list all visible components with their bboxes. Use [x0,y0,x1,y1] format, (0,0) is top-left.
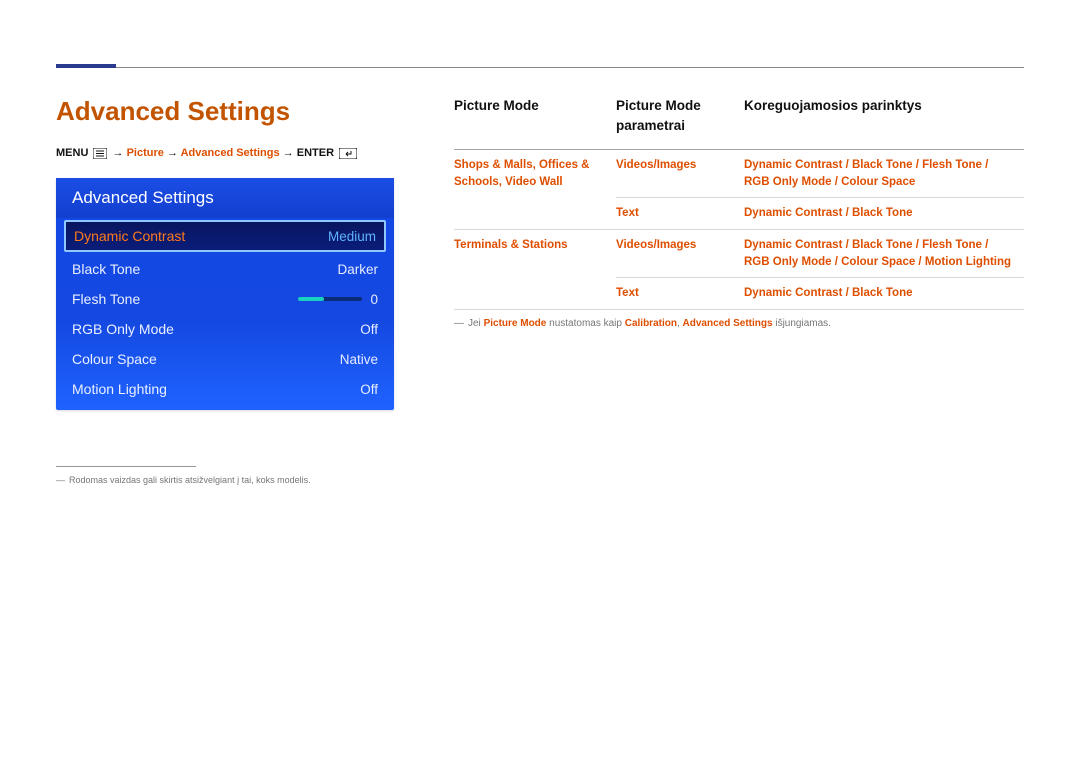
osd-title: Advanced Settings [56,178,394,218]
osd-label: Motion Lighting [72,381,167,397]
page-title: Advanced Settings [56,96,394,127]
breadcrumb-picture: Picture [127,147,164,159]
osd-value: Native [340,352,378,367]
right-column: Picture Mode Picture Mode parametrai Kor… [454,96,1024,485]
footnote-pre: Jei [468,318,484,329]
slider-fill [298,297,324,301]
table-cell: Text [616,278,744,310]
table-header: Koreguojamosios parinktys [744,96,1024,150]
osd-row-black-tone[interactable]: Black Tone Darker [56,254,394,284]
dash-icon: ― [454,318,464,329]
osd-value: Off [360,322,378,337]
breadcrumb-arrow: → [167,147,178,159]
osd-value: Medium [328,229,376,244]
footnote-post: išjungiamas. [773,318,831,329]
section-divider [56,60,1024,68]
table-row: Terminals & Stations Videos/Images Dynam… [454,230,1024,278]
slider-track [298,297,362,301]
enter-icon [339,148,357,162]
footnote-left: ― Rodomas vaizdas gali skirtis atsižvelgi… [56,475,394,485]
osd-row-dynamic-contrast[interactable]: Dynamic Contrast Medium [64,220,386,252]
table-cell: Terminals & Stations [454,230,616,310]
footnote-bold: Advanced Settings [683,318,773,329]
breadcrumb-menu: MENU [56,147,88,159]
footnote-mid: nustatomas kaip [546,318,624,329]
menu-icon [93,148,107,162]
osd-row-colour-space[interactable]: Colour Space Native [56,344,394,374]
osd-value: Off [360,382,378,397]
table-cell: Dynamic Contrast / Black Tone [744,198,1024,230]
osd-label: Flesh Tone [72,291,140,307]
osd-row-rgb-only-mode[interactable]: RGB Only Mode Off [56,314,394,344]
footnote-bold: Calibration [625,318,677,329]
osd-row-flesh-tone[interactable]: Flesh Tone 0 [56,284,394,314]
breadcrumb-enter: ENTER [297,147,334,159]
breadcrumb-advanced: Advanced Settings [181,147,280,159]
osd-value: Darker [337,262,378,277]
osd-row-motion-lighting[interactable]: Motion Lighting Off [56,374,394,404]
table-row: Shops & Malls, Offices & Schools, Video … [454,150,1024,198]
breadcrumb: MENU → Picture → Advanced Settings → ENT… [56,147,394,162]
table-cell: Dynamic Contrast / Black Tone [744,278,1024,310]
settings-table: Picture Mode Picture Mode parametrai Kor… [454,96,1024,310]
osd-label: Colour Space [72,351,157,367]
main-content: Advanced Settings MENU → Picture → Advan… [56,96,1024,485]
footnote-rule [56,466,196,467]
breadcrumb-arrow: → [283,147,294,159]
footnote-bold: Picture Mode [484,318,547,329]
table-header: Picture Mode parametrai [616,96,744,150]
table-cell: Videos/Images [616,150,744,198]
table-cell: Dynamic Contrast / Black Tone / Flesh To… [744,150,1024,198]
breadcrumb-arrow: → [113,147,124,159]
osd-panel: Advanced Settings Dynamic Contrast Mediu… [56,178,394,410]
osd-value: 0 [370,292,378,307]
table-cell: Shops & Malls, Offices & Schools, Video … [454,150,616,230]
footnote-text: Rodomas vaizdas gali skirtis atsižvelgia… [69,475,311,485]
table-cell: Dynamic Contrast / Black Tone / Flesh To… [744,230,1024,278]
table-cell: Videos/Images [616,230,744,278]
table-footnote: ― Jei Picture Mode nustatomas kaip Calibr… [454,310,1024,329]
table-cell: Text [616,198,744,230]
osd-label: RGB Only Mode [72,321,174,337]
dash-icon: ― [56,475,65,485]
flesh-tone-slider[interactable]: 0 [298,292,378,307]
osd-label: Dynamic Contrast [74,228,185,244]
osd-label: Black Tone [72,261,140,277]
table-header: Picture Mode [454,96,616,150]
left-column: Advanced Settings MENU → Picture → Advan… [56,96,394,485]
